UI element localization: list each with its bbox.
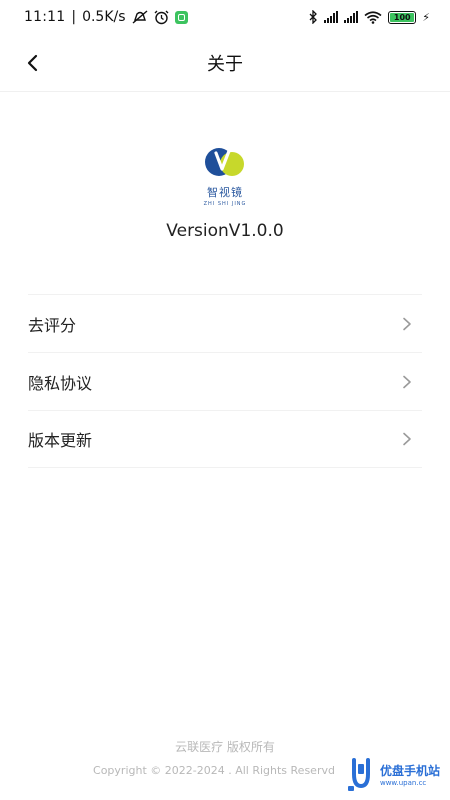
battery-level: 100 [393,12,411,22]
logo-name: 智视镜 [207,186,243,199]
page-title: 关于 [207,53,243,75]
usb-drive-icon [347,758,370,791]
status-right: 100 ⚡ [308,10,430,24]
menu-item-rate[interactable]: 去评分 [28,294,422,352]
charging-icon: ⚡ [422,10,430,24]
watermark-sub: www.upan.cc [379,778,427,787]
mute-icon [132,10,148,24]
menu-item-label: 版本更新 [28,431,93,450]
signal-icon-2 [344,11,359,23]
nav-header: 关于 [0,34,450,92]
wechat-icon [174,10,188,24]
back-button[interactable] [18,48,48,78]
alarm-icon [154,10,169,24]
settings-menu: 去评分 隐私协议 版本更新 [28,294,422,468]
footer-copyright: Copyright © 2022-2024 . All Rights Reser… [93,764,335,777]
bluetooth-icon [309,10,318,24]
app-version: VersionV1.0.0 [166,221,284,241]
signal-icon [324,11,339,23]
menu-item-privacy[interactable]: 隐私协议 [28,352,422,410]
wifi-icon [364,10,382,24]
menu-item-update[interactable]: 版本更新 [28,410,422,468]
logo-pinyin: ZHI SHI JING [203,201,247,207]
watermark-main: 优盘手机站 [379,763,440,778]
status-separator: | [71,9,77,25]
menu-item-label: 去评分 [28,315,77,335]
status-time: 11:11 [24,9,66,25]
network-speed: 0.5K/s [82,9,126,25]
app-info: 智视镜 ZHI SHI JING VersionV1.0.0 [0,145,450,241]
chevron-right-icon [403,375,411,388]
back-chevron-icon [27,54,38,72]
footer-company: 云联医疗 版权所有 [175,740,275,754]
menu-item-label: 隐私协议 [28,373,93,393]
chevron-right-icon [403,317,411,330]
battery-icon: 100 [388,10,417,24]
watermark-text: 优盘手机站 www.upan.cc [380,762,440,787]
app-logo [205,148,244,176]
chevron-right-icon [403,432,411,446]
status-bar: 11:11 | 0.5K/s 100 ⚡ [0,0,450,34]
about-screen: 11:11 | 0.5K/s 100 ⚡ 关于 智视镜 ZHI SHI JING… [0,0,450,800]
status-left: 11:11 | 0.5K/s [24,9,188,25]
watermark: 优盘手机站 www.upan.cc [346,756,440,792]
